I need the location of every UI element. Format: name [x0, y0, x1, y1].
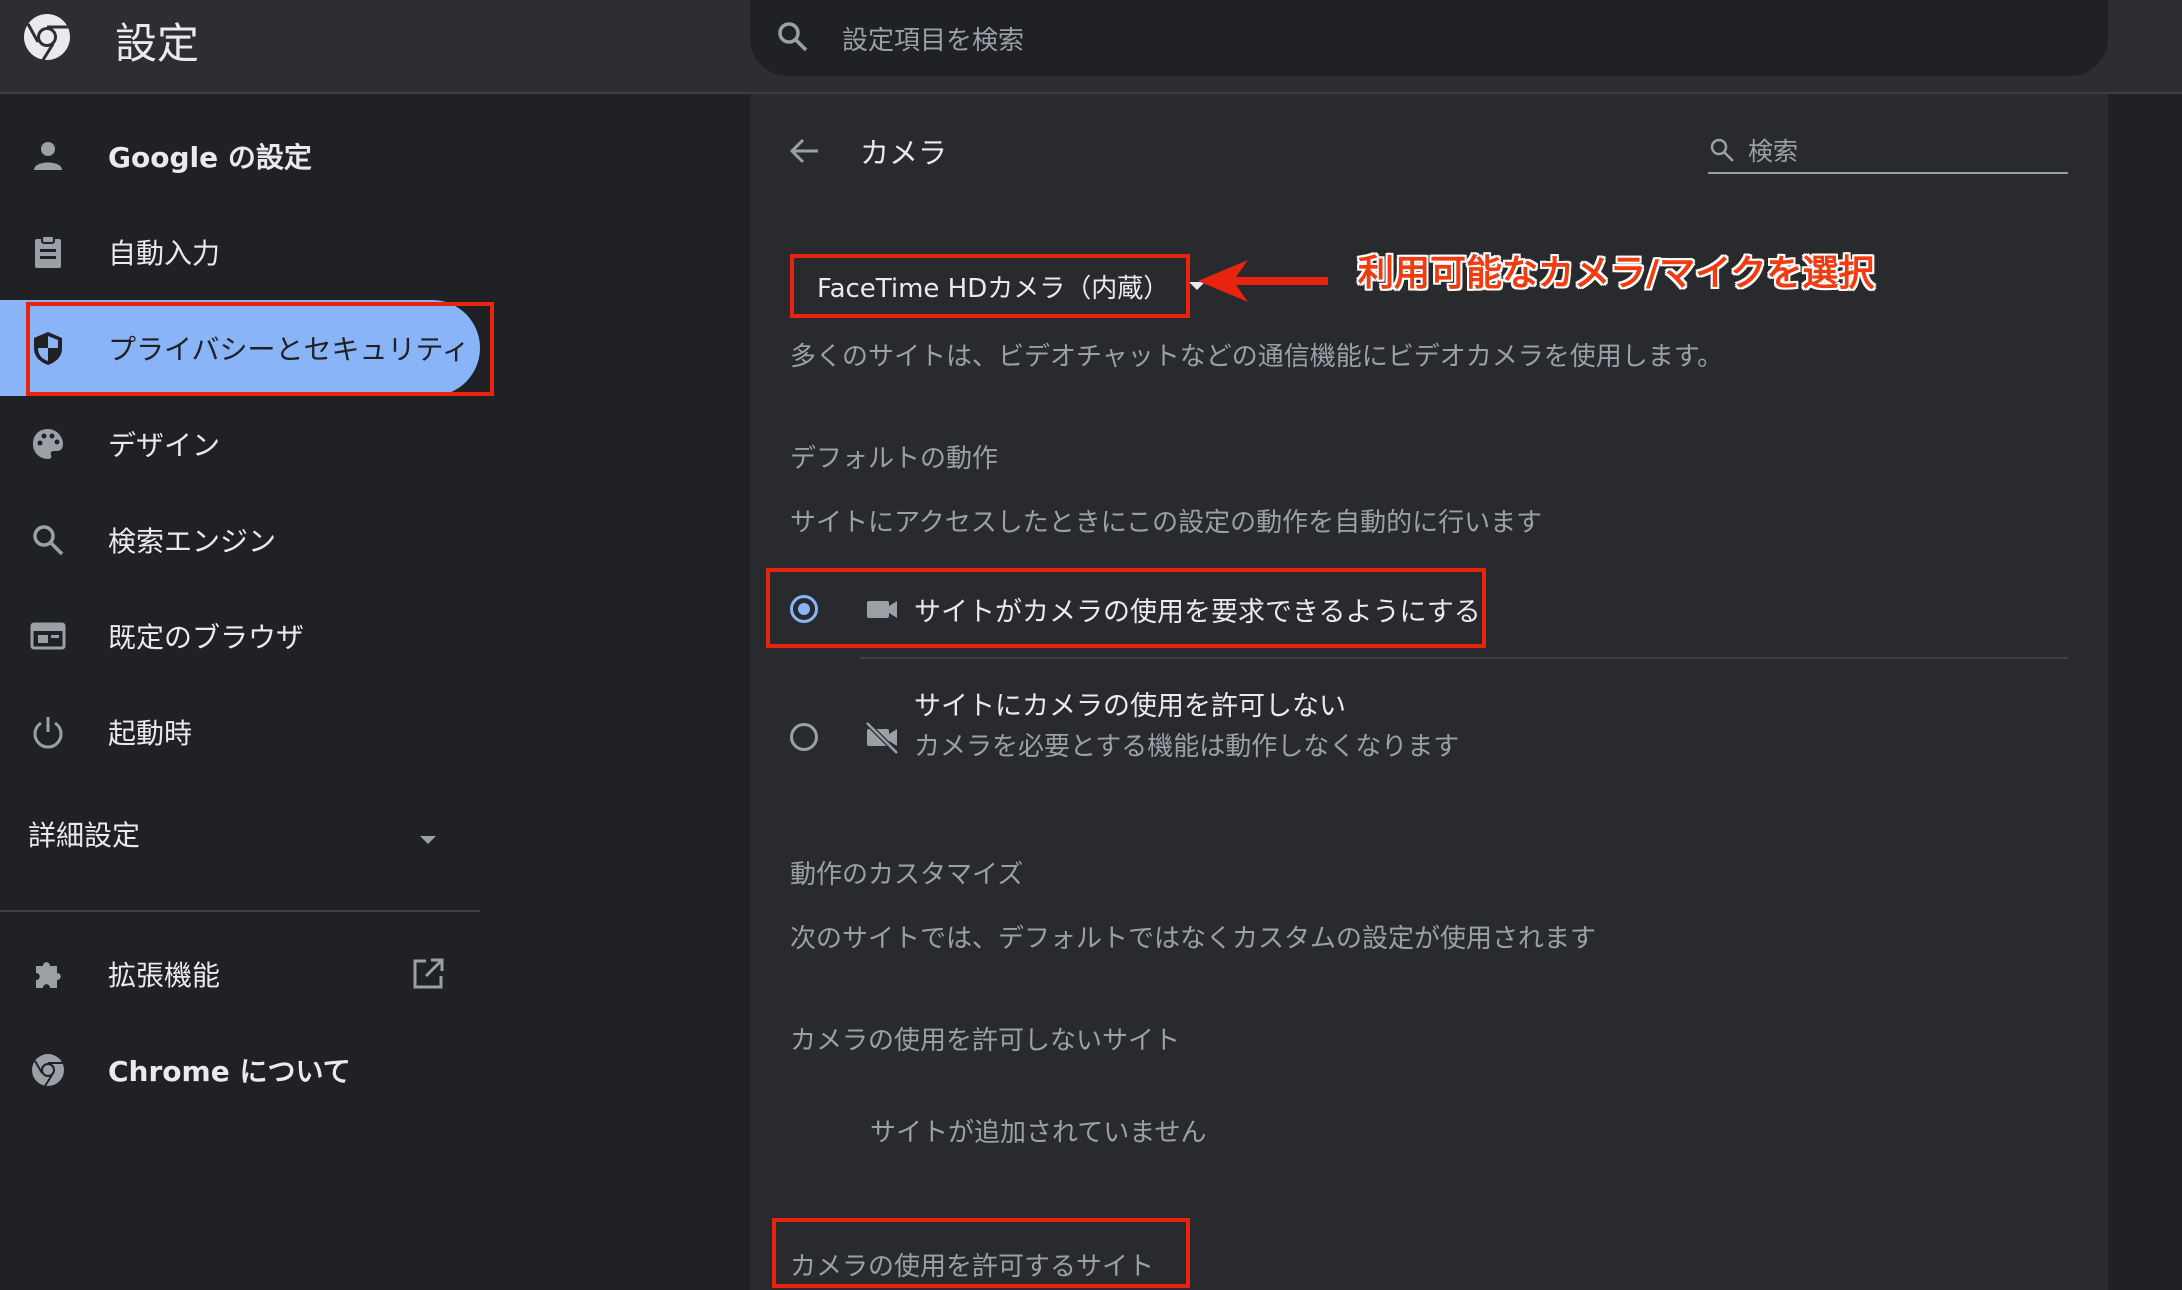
sidebar-item-label: 拡張機能	[108, 959, 221, 992]
annotation-text: 利用可能なカメラ/マイクを選択	[1358, 253, 1875, 294]
sidebar-item-google[interactable]: Google の設定	[0, 108, 480, 204]
highlight-privacy	[26, 302, 494, 396]
annotation-arrow-icon	[1198, 260, 1328, 302]
sidebar-item-search-engine[interactable]: 検索エンジン	[0, 492, 480, 588]
camera-description: 多くのサイトは、ビデオチャットなどの通信機能にビデオカメラを使用します。	[790, 342, 1724, 372]
back-arrow-icon[interactable]	[788, 134, 822, 168]
custom-behavior-description: 次のサイトでは、デフォルトではなくカスタムの設定が使用されます	[790, 924, 1597, 954]
blocked-sites-empty: サイトが追加されていません	[870, 1118, 1207, 1148]
sidebar-item-label: デザイン	[108, 429, 221, 462]
sidebar-item-autofill[interactable]: 自動入力	[0, 204, 480, 300]
option-block-label[interactable]: サイトにカメラの使用を許可しない	[914, 684, 1346, 723]
sidebar-item-on-startup[interactable]: 起動時	[0, 684, 480, 780]
site-search-placeholder: 検索	[1748, 137, 1799, 166]
app-title: 設定	[115, 19, 200, 68]
power-icon	[33, 717, 63, 749]
chrome-icon	[32, 1054, 64, 1087]
sidebar-item-label: Google の設定	[108, 141, 312, 174]
sidebar-item-appearance[interactable]: デザイン	[0, 396, 480, 492]
sidebar-item-label: 起動時	[108, 717, 193, 750]
top-bar: 設定 設定項目を検索	[0, 0, 2182, 94]
option-block-sublabel: カメラを必要とする機能は動作しなくなります	[914, 732, 1460, 762]
custom-behavior-title: 動作のカスタマイズ	[790, 860, 1024, 890]
settings-search-placeholder[interactable]: 設定項目を検索	[842, 20, 1024, 57]
browser-icon	[30, 622, 66, 650]
search-icon	[1710, 138, 1734, 162]
option-divider	[860, 657, 2068, 659]
chevron-down-icon[interactable]	[418, 834, 438, 846]
sidebar-item-extensions[interactable]: 拡張機能	[0, 926, 480, 1022]
settings-search-bar[interactable]: 設定項目を検索	[750, 0, 2108, 76]
person-icon	[34, 142, 62, 170]
advanced-section-toggle[interactable]: 詳細設定	[28, 814, 140, 854]
highlight-device-select	[790, 254, 1190, 318]
sidebar-item-label: 検索エンジン	[108, 525, 277, 558]
page-title: カメラ	[860, 136, 948, 170]
chrome-logo-icon	[24, 14, 70, 61]
clipboard-icon	[35, 235, 61, 268]
sidebar-item-about[interactable]: Chrome について	[0, 1022, 480, 1118]
highlight-allowed-sites	[772, 1218, 1190, 1288]
default-behavior-description: サイトにアクセスしたときにこの設定の動作を自動的に行います	[790, 508, 1543, 538]
sidebar-divider	[0, 910, 480, 912]
sidebar: Google の設定 自動入力 プライバシーとセキュリティ デザイン 検索エンジ…	[0, 94, 750, 1290]
highlight-allow-option	[766, 568, 1486, 648]
default-behavior-title: デフォルトの動作	[790, 444, 999, 474]
sidebar-item-default-browser[interactable]: 既定のブラウザ	[0, 588, 480, 684]
sidebar-item-label: 既定のブラウザ	[108, 621, 305, 654]
search-icon	[33, 525, 64, 556]
open-in-new-icon[interactable]	[410, 956, 446, 992]
videocam-off-icon	[865, 721, 899, 755]
blocked-sites-title: カメラの使用を許可しないサイト	[790, 1026, 1181, 1056]
sidebar-item-label: Chrome について	[108, 1055, 351, 1088]
palette-icon	[33, 429, 63, 459]
radio-block[interactable]	[790, 723, 818, 751]
site-search-input[interactable]: 検索	[1708, 128, 2068, 174]
puzzle-icon	[36, 962, 61, 988]
search-icon	[778, 22, 808, 52]
sidebar-item-label: 自動入力	[108, 237, 221, 270]
